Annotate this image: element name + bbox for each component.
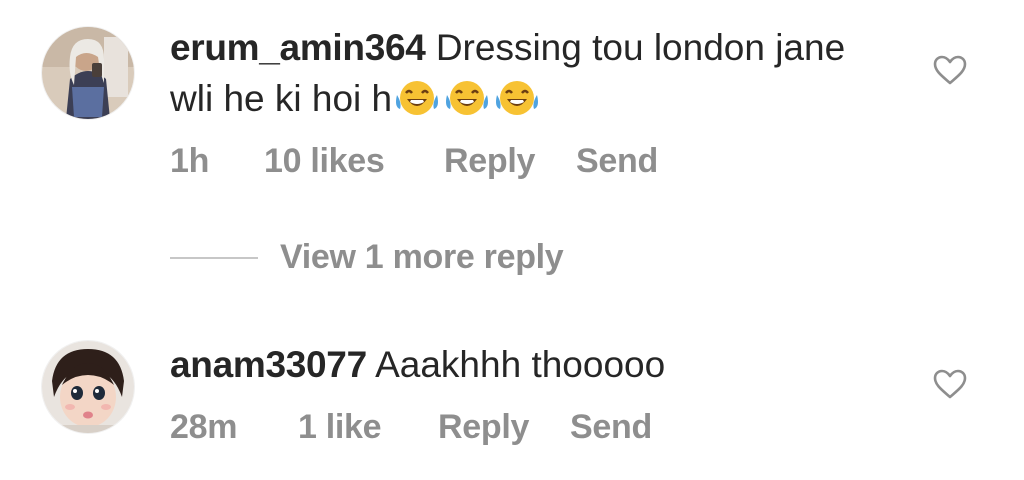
comment-meta: 1h 10 likes Reply Send — [170, 142, 658, 181]
avatar[interactable] — [42, 27, 134, 119]
avatar-image — [42, 27, 134, 119]
send-button[interactable]: Send — [570, 408, 652, 447]
emoji-group — [394, 77, 540, 117]
face-with-tears-of-joy-icon — [396, 81, 439, 115]
comment-time: 28m — [170, 408, 238, 446]
view-more-replies-label[interactable]: View 1 more reply — [280, 238, 564, 277]
comment-text: Aaakhhh thooooo — [375, 344, 666, 385]
view-more-replies[interactable]: View 1 more reply — [170, 238, 564, 277]
comment-meta: 28m 1 like Reply Send — [170, 408, 652, 447]
comment-username[interactable]: anam33077 — [170, 344, 367, 385]
heart-outline-icon[interactable] — [932, 368, 968, 400]
comment-body: anam33077 Aaakhhh thooooo — [170, 339, 890, 390]
avatar[interactable] — [42, 341, 134, 433]
send-button[interactable]: Send — [576, 142, 658, 181]
comment-item: anam33077 Aaakhhh thooooo 28m 1 like Rep… — [0, 322, 1024, 472]
reply-button[interactable]: Reply — [444, 142, 576, 181]
divider-line — [170, 256, 258, 259]
comment-likes-count[interactable]: 10 likes — [264, 142, 444, 181]
avatar-image — [42, 341, 134, 433]
comment-body: erum_amin364 Dressing tou london jane wl… — [170, 22, 890, 124]
heart-outline-icon[interactable] — [932, 54, 968, 86]
comments-thread: erum_amin364 Dressing tou london jane wl… — [0, 0, 1024, 480]
face-with-tears-of-joy-icon — [496, 81, 539, 115]
comment-username[interactable]: erum_amin364 — [170, 27, 426, 68]
reply-button[interactable]: Reply — [438, 408, 570, 447]
face-with-tears-of-joy-icon — [446, 81, 489, 115]
comment-item: erum_amin364 Dressing tou london jane wl… — [0, 0, 1024, 220]
comment-likes-count[interactable]: 1 like — [298, 408, 438, 447]
comment-time: 1h — [170, 142, 210, 180]
